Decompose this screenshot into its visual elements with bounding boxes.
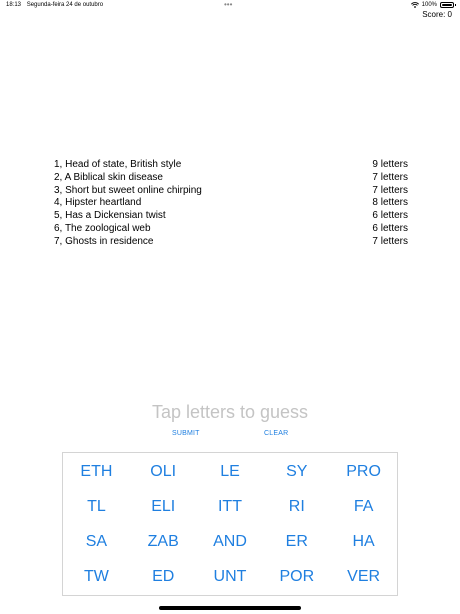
battery-percent: 100% [421, 2, 437, 8]
clue-row: 1, Head of state, British style 9 letter… [54, 159, 408, 172]
clear-button[interactable]: CLEAR [264, 429, 288, 439]
clue-text: 7, Ghosts in residence [54, 235, 154, 247]
letter-tile[interactable]: AND [197, 524, 264, 559]
clue-length: 9 letters [372, 159, 408, 170]
clue-length: 6 letters [372, 222, 408, 234]
clue-row: 4, Hipster heartland 8 letters [54, 197, 408, 210]
status-left: 18:13 Segunda-feira 24 de outubro [6, 0, 103, 10]
clue-text: 3, Short but sweet online chirping [54, 184, 202, 196]
letter-tile[interactable]: PRO [330, 454, 397, 489]
clue-text: 1, Head of state, British style [54, 159, 182, 170]
letter-tile[interactable]: ETH [63, 454, 130, 489]
letter-tile-grid: ETH OLI LE SY PRO TL ELI ITT RI FA SA ZA… [62, 452, 398, 596]
clue-text: 4, Hipster heartland [54, 197, 142, 209]
letter-tile[interactable]: ELI [130, 489, 197, 524]
letter-tile[interactable]: ED [130, 559, 197, 594]
clue-text: 5, Has a Dickensian twist [54, 210, 166, 222]
letter-tile[interactable]: FA [330, 489, 397, 524]
letter-tile[interactable]: LE [197, 454, 264, 489]
clue-list: 1, Head of state, British style 9 letter… [54, 159, 408, 249]
letter-tile[interactable]: HA [330, 524, 397, 559]
clue-text: 2, A Biblical skin disease [54, 171, 163, 183]
home-indicator[interactable] [159, 606, 301, 610]
letter-tile[interactable]: RI [263, 489, 330, 524]
battery-icon [440, 2, 456, 8]
status-time: 18:13 [6, 2, 22, 8]
clue-row: 7, Ghosts in residence 7 letters [54, 236, 408, 249]
letter-tile[interactable]: SA [63, 524, 130, 559]
clue-row: 5, Has a Dickensian twist 6 letters [54, 210, 408, 223]
score-label: Score: 0 [422, 10, 452, 19]
battery-fill [442, 4, 452, 6]
letter-tile[interactable]: ZAB [130, 524, 197, 559]
clue-text: 6, The zoological web [54, 222, 151, 234]
status-bar: 18:13 Segunda-feira 24 de outubro ••• 10… [0, 0, 460, 10]
clue-row: 3, Short but sweet online chirping 7 let… [54, 185, 408, 198]
status-date: Segunda-feira 24 de outubro [26, 2, 104, 8]
letter-tile[interactable]: SY [263, 454, 330, 489]
clue-length: 7 letters [372, 235, 408, 247]
letter-tile[interactable]: OLI [130, 454, 197, 489]
letter-tile[interactable]: ER [263, 524, 330, 559]
letter-tile[interactable]: VER [330, 559, 397, 594]
submit-button[interactable]: SUBMIT [172, 429, 200, 439]
letter-tile[interactable]: TL [63, 489, 130, 524]
letter-tile[interactable]: ITT [197, 489, 264, 524]
wifi-icon [410, 2, 419, 8]
letter-tile[interactable]: UNT [197, 559, 264, 594]
clue-length: 7 letters [372, 184, 408, 196]
clue-length: 8 letters [372, 197, 408, 209]
clue-row: 6, The zoological web 6 letters [54, 223, 408, 236]
status-right: 100% [410, 0, 456, 10]
clue-row: 2, A Biblical skin disease 7 letters [54, 172, 408, 185]
letter-tile[interactable]: POR [263, 559, 330, 594]
clue-length: 7 letters [372, 171, 408, 183]
clue-length: 6 letters [372, 210, 408, 222]
letter-tile[interactable]: TW [63, 559, 130, 594]
guess-display: Tap letters to guess [151, 402, 309, 422]
multitasking-dots-icon[interactable]: ••• [224, 0, 232, 9]
